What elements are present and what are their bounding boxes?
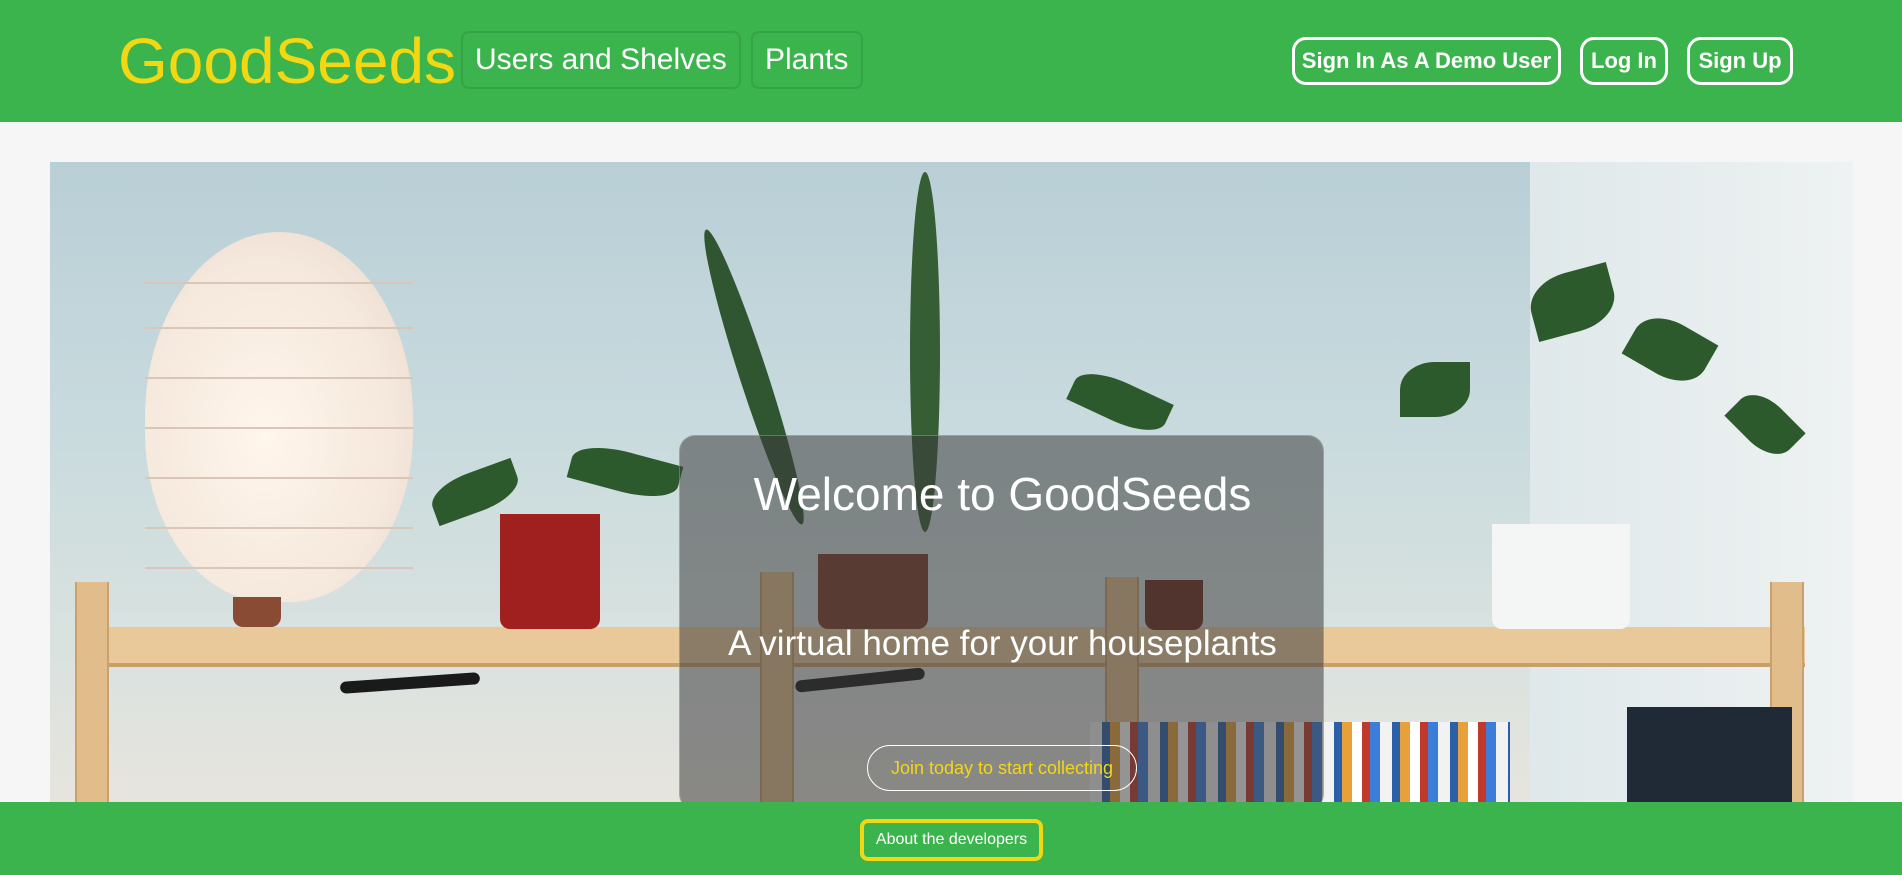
- join-today-button[interactable]: Join today to start collecting: [867, 745, 1137, 791]
- red-pot: [500, 514, 600, 629]
- orchid-leaf: [566, 438, 684, 506]
- about-developers-button[interactable]: About the developers: [860, 819, 1043, 861]
- bromeliad-leaf: [1066, 362, 1174, 442]
- anthurium-leaf: [1400, 362, 1470, 417]
- top-navbar: GoodSeeds Users and Shelves Plants Sign …: [0, 0, 1902, 122]
- hero-subtitle: A virtual home for your houseplants: [728, 624, 1277, 663]
- paper-lantern-lamp: [145, 232, 413, 602]
- shelf-post: [75, 582, 109, 802]
- footer-bar: About the developers: [0, 802, 1902, 875]
- hero-banner: Welcome to GoodSeeds A virtual home for …: [50, 162, 1853, 802]
- demo-sign-in-button[interactable]: Sign In As A Demo User: [1292, 37, 1561, 85]
- grow-light-arm: [339, 672, 481, 694]
- nav-users-and-shelves[interactable]: Users and Shelves: [461, 31, 741, 89]
- nav-plants[interactable]: Plants: [751, 31, 863, 89]
- log-in-button[interactable]: Log In: [1580, 37, 1668, 85]
- sign-up-button[interactable]: Sign Up: [1687, 37, 1793, 85]
- wall-light-area: [1530, 162, 1853, 802]
- site-logo[interactable]: GoodSeeds: [118, 22, 456, 100]
- white-pot: [1492, 524, 1630, 629]
- hero-overlay-card: Welcome to GoodSeeds A virtual home for …: [679, 435, 1324, 802]
- black-binders: [1627, 707, 1792, 802]
- small-pot: [233, 597, 281, 627]
- hero-title: Welcome to GoodSeeds: [753, 468, 1252, 520]
